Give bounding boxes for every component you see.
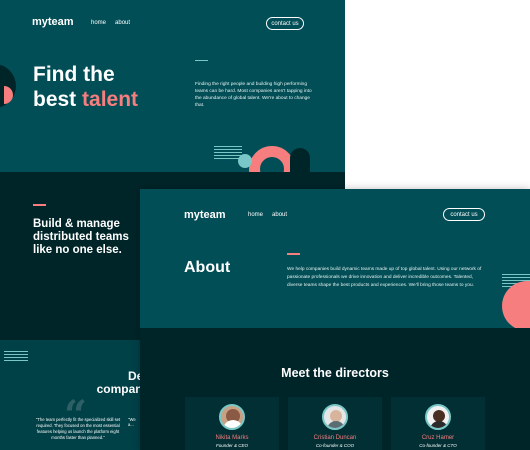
director-role-2: Co-founder & COO xyxy=(315,443,355,448)
director-name-2: Cristian Duncan xyxy=(313,435,357,441)
director-avatar-1 xyxy=(219,404,245,430)
about-nav-about[interactable]: about xyxy=(272,212,287,218)
build-accent-line xyxy=(33,204,46,206)
director-name-1: Nikita Marks xyxy=(215,435,249,441)
hero-ring-decoration xyxy=(249,146,295,172)
home-hero: myteam home about contact us Find the be… xyxy=(0,0,345,172)
about-circle-decoration xyxy=(502,281,530,328)
nav-about[interactable]: about xyxy=(115,20,130,26)
testimonial-text: "The team perfectly fit the specialized … xyxy=(35,417,121,440)
nav-home[interactable]: home xyxy=(91,20,106,26)
director-card-2[interactable]: Cristian Duncan Co-founder & COO xyxy=(288,397,382,450)
about-contact-button[interactable]: contact us xyxy=(443,208,485,221)
director-card-3[interactable]: Cruz Hamer Co-founder & CTO xyxy=(391,397,485,450)
director-role-3: Co-founder & CTO xyxy=(419,443,457,448)
hero-title-line2: best talent xyxy=(33,88,139,111)
build-title: Build & manage distributed teams like no… xyxy=(33,218,129,256)
hero-title-line1: Find the xyxy=(33,63,115,86)
delivering-stripe-left xyxy=(4,351,28,361)
about-hero: myteam home about contact us About We he… xyxy=(140,189,530,328)
director-avatar-3 xyxy=(425,404,451,430)
directors-title: Meet the directors xyxy=(281,366,389,380)
about-logo[interactable]: myteam xyxy=(184,209,226,221)
hero-body: Finding the right people and building hi… xyxy=(195,82,312,108)
about-title: About xyxy=(184,259,231,276)
about-accent-line xyxy=(287,253,300,255)
home-logo[interactable]: myteam xyxy=(32,16,74,28)
director-avatar-2 xyxy=(322,404,348,430)
home-nav: home about xyxy=(91,20,130,26)
hero-title-highlight: talent xyxy=(82,88,139,111)
director-card-1[interactable]: Nikita Marks Founder & CEO xyxy=(185,397,279,450)
about-body: We help companies build dynamic teams ma… xyxy=(287,267,482,288)
hero-dark-semicircle-decoration xyxy=(290,148,310,172)
hero-title: Find the best talent xyxy=(33,62,138,112)
director-role-1: Founder & CEO xyxy=(215,443,248,448)
contact-button[interactable]: contact us xyxy=(266,17,304,30)
about-nav: home about xyxy=(248,212,287,218)
director-name-3: Cruz Hamer xyxy=(421,435,455,441)
about-nav-home[interactable]: home xyxy=(248,212,263,218)
hero-teal-dot-decoration xyxy=(238,154,252,168)
directors-section: Meet the directors Nikita Marks Founder … xyxy=(140,328,530,450)
hero-accent-line xyxy=(195,60,208,61)
about-page: myteam home about contact us About We he… xyxy=(140,189,530,450)
